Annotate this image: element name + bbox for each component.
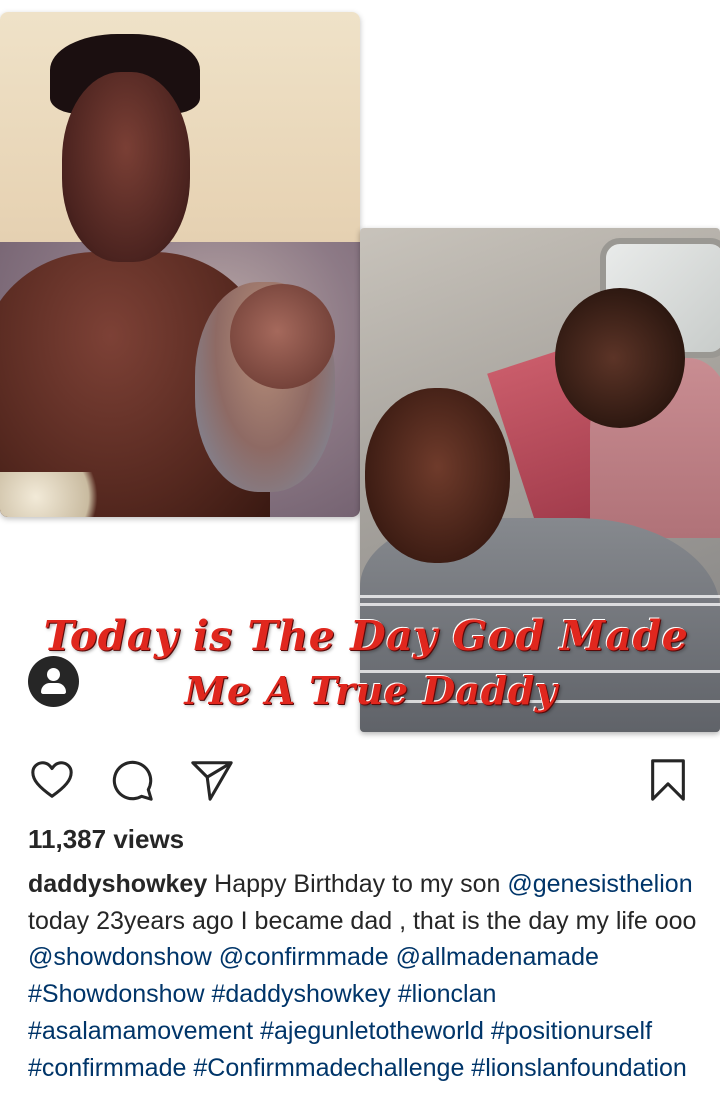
hashtag-link[interactable]: #positionurself (491, 1017, 652, 1045)
scanline (360, 595, 720, 598)
father-head (62, 72, 190, 262)
scanline (360, 603, 720, 606)
post-caption: daddyshowkey Happy Birthday to my son @g… (28, 866, 698, 1086)
bookmark-icon[interactable] (642, 754, 694, 806)
hashtag-link[interactable]: #Showdonshow (28, 980, 205, 1008)
caption-username[interactable]: daddyshowkey (28, 870, 207, 898)
overlay-text-line2: Me A True Daddy (184, 668, 558, 713)
mention-link[interactable]: @genesisthelion (507, 870, 692, 898)
hashtag-link[interactable]: #ajegunletotheworld (260, 1017, 484, 1045)
hashtag-link[interactable]: #asalamamovement (28, 1017, 253, 1045)
flowers (0, 472, 120, 517)
heart-icon[interactable] (26, 754, 78, 806)
caption-text: Happy Birthday to my son (207, 870, 508, 898)
caption-text: today 23years ago I became dad , that is… (28, 906, 697, 935)
father-selfie-head (365, 388, 510, 563)
mention-link[interactable]: @showdonshow (28, 943, 212, 971)
post-media[interactable]: Today is The Day God Made Me A True Dadd… (0, 0, 720, 740)
view-count[interactable]: 11,387 views (28, 824, 184, 855)
user-icon[interactable] (28, 656, 79, 707)
hashtag-link[interactable]: #lionclan (398, 980, 497, 1008)
hashtag-link[interactable]: #Confirmmadechallenge (193, 1054, 464, 1082)
hashtag-link[interactable]: #daddyshowkey (211, 980, 390, 1008)
mention-link[interactable]: @confirmmade (219, 943, 389, 971)
baby-head (230, 284, 335, 389)
mention-link[interactable]: @allmadenamade (396, 943, 599, 971)
comment-icon[interactable] (106, 754, 158, 806)
send-icon[interactable] (186, 754, 238, 806)
hashtag-link[interactable]: #lionslanfoundation (471, 1054, 686, 1082)
hashtag-link[interactable]: #confirmmade (28, 1054, 186, 1082)
action-bar (0, 748, 720, 808)
son-head (555, 288, 685, 428)
vintage-father-son-photo (0, 12, 360, 517)
overlay-text-line1: Today is The Day God Made (43, 612, 689, 660)
